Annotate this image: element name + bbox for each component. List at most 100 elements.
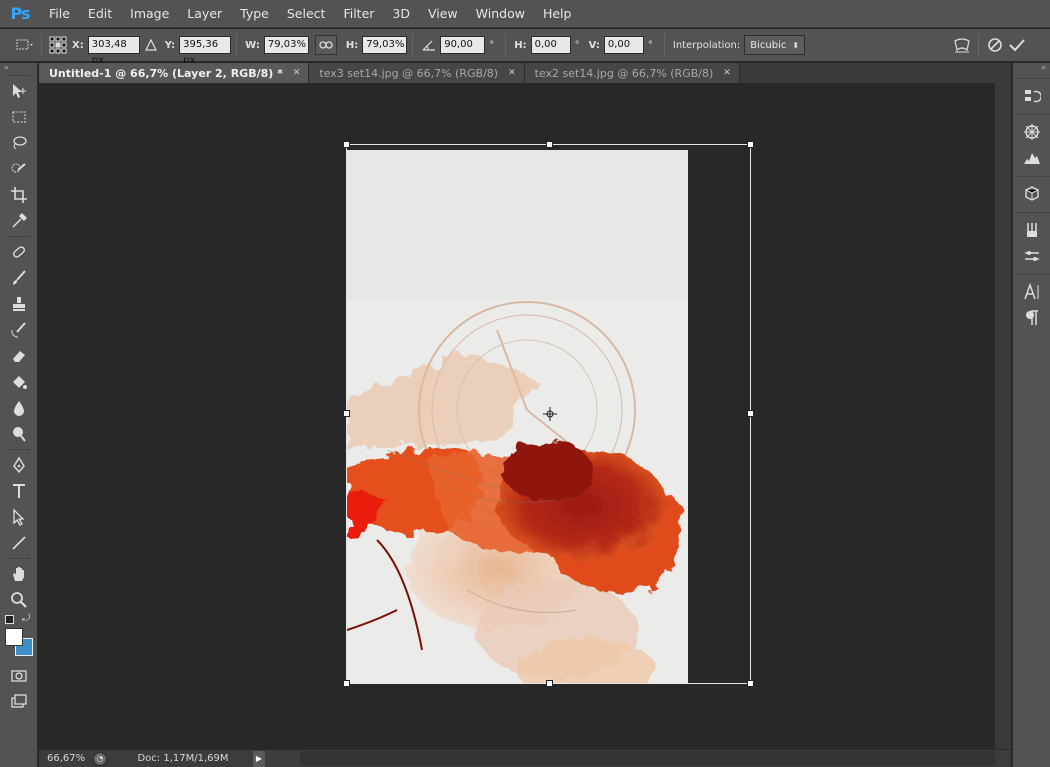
history-brush-tool-icon[interactable] bbox=[0, 317, 38, 343]
menu-filter[interactable]: Filter bbox=[334, 0, 383, 28]
path-selection-tool-icon[interactable] bbox=[0, 504, 38, 530]
height-label: H: bbox=[345, 39, 359, 51]
default-colors-icon[interactable] bbox=[5, 615, 14, 624]
rotation-angle-field[interactable]: 90,00 bbox=[440, 36, 486, 54]
height-field[interactable]: 79,03% bbox=[362, 36, 408, 54]
transform-handle-bottom-left[interactable] bbox=[343, 680, 350, 687]
transform-handle-middle-left[interactable] bbox=[343, 410, 350, 417]
document-canvas[interactable] bbox=[347, 150, 688, 684]
document-info-icon[interactable]: ◔ bbox=[93, 751, 107, 766]
options-separator bbox=[412, 34, 414, 56]
dodge-tool-icon[interactable] bbox=[0, 421, 38, 447]
transform-handle-top-left[interactable] bbox=[343, 141, 350, 148]
tab-tex2-set14[interactable]: tex2 set14.jpg @ 66,7% (RGB/8) ✕ bbox=[524, 63, 740, 83]
menu-window[interactable]: Window bbox=[467, 0, 534, 28]
menu-type[interactable]: Type bbox=[231, 0, 278, 28]
menu-file[interactable]: File bbox=[40, 0, 79, 28]
eyedropper-tool-icon[interactable] bbox=[0, 208, 38, 234]
pen-tool-icon[interactable] bbox=[0, 452, 38, 478]
panel-separator bbox=[1013, 269, 1050, 275]
line-tool-icon[interactable] bbox=[0, 530, 38, 556]
histogram-panel-icon[interactable] bbox=[1013, 145, 1050, 171]
delta-icon[interactable] bbox=[140, 34, 162, 56]
transform-handle-top-right[interactable] bbox=[747, 141, 754, 148]
warp-mode-icon[interactable] bbox=[951, 34, 973, 56]
type-tool-icon[interactable] bbox=[0, 478, 38, 504]
menu-help[interactable]: Help bbox=[534, 0, 581, 28]
foreground-color-swatch[interactable] bbox=[5, 628, 23, 646]
transform-handle-middle-right[interactable] bbox=[747, 410, 754, 417]
blur-tool-icon[interactable] bbox=[0, 395, 38, 421]
zoom-tool-icon[interactable] bbox=[0, 587, 38, 613]
healing-brush-tool-icon[interactable] bbox=[0, 239, 38, 265]
navigator-panel-icon[interactable] bbox=[1013, 119, 1050, 145]
select-arrows-icon: ⬍ bbox=[792, 40, 800, 50]
y-position-field[interactable]: 395,36 px bbox=[179, 36, 232, 66]
document-tabs: Untitled-1 @ 66,7% (Layer 2, RGB/8) * ✕ … bbox=[39, 63, 1011, 83]
collapse-icon[interactable]: » bbox=[0, 63, 37, 73]
horizontal-scrollbar[interactable] bbox=[300, 751, 995, 765]
collapse-icon[interactable]: « bbox=[1013, 63, 1050, 73]
brush-tool-icon[interactable] bbox=[0, 265, 38, 291]
panel-separator bbox=[1013, 171, 1050, 177]
options-bar: X: 303,48 px Y: 395,36 px W: 79,03% H: 7… bbox=[0, 29, 1050, 66]
artwork-image bbox=[347, 150, 688, 684]
tab-tex3-set14[interactable]: tex3 set14.jpg @ 66,7% (RGB/8) ✕ bbox=[309, 63, 525, 83]
lasso-tool-icon[interactable] bbox=[0, 130, 38, 156]
transform-handle-bottom-right[interactable] bbox=[747, 680, 754, 687]
link-icon[interactable] bbox=[314, 35, 337, 55]
interpolation-label: Interpolation: bbox=[672, 39, 741, 51]
vertical-skew-field[interactable]: 0,00 bbox=[603, 36, 644, 54]
close-icon[interactable]: ✕ bbox=[293, 68, 301, 78]
menu-3d[interactable]: 3D bbox=[383, 0, 419, 28]
commit-transform-icon[interactable] bbox=[1006, 34, 1028, 56]
width-field[interactable]: 79,03% bbox=[263, 36, 309, 54]
cancel-transform-icon[interactable] bbox=[984, 34, 1006, 56]
color-swatches: ⤾ bbox=[0, 613, 37, 663]
swap-colors-icon[interactable]: ⤾ bbox=[22, 613, 30, 624]
status-menu-arrow-icon[interactable]: ▶ bbox=[253, 750, 265, 767]
hand-tool-icon[interactable] bbox=[0, 561, 38, 587]
quick-selection-tool-icon[interactable] bbox=[0, 156, 38, 182]
brush-presets-panel-icon[interactable] bbox=[1013, 217, 1050, 243]
menu-image[interactable]: Image bbox=[121, 0, 178, 28]
quick-mask-icon[interactable] bbox=[0, 663, 38, 689]
menu-edit[interactable]: Edit bbox=[79, 0, 121, 28]
history-panel-icon[interactable] bbox=[1013, 83, 1050, 109]
menu-select[interactable]: Select bbox=[278, 0, 335, 28]
reference-point-crosshair-icon[interactable] bbox=[543, 407, 557, 421]
transform-tool-preset-icon[interactable] bbox=[14, 34, 36, 56]
clone-stamp-tool-icon[interactable] bbox=[0, 291, 38, 317]
3d-panel-icon[interactable] bbox=[1013, 181, 1050, 207]
crop-tool-icon[interactable] bbox=[0, 182, 38, 208]
transform-handle-bottom-center[interactable] bbox=[546, 680, 553, 687]
marquee-tool-icon[interactable] bbox=[0, 104, 38, 130]
tab-untitled-1[interactable]: Untitled-1 @ 66,7% (Layer 2, RGB/8) * ✕ bbox=[39, 63, 310, 83]
character-panel-icon[interactable] bbox=[1013, 279, 1050, 305]
clone-source-panel-icon[interactable] bbox=[1013, 243, 1050, 269]
eraser-tool-icon[interactable] bbox=[0, 343, 38, 369]
document-size: Doc: 1,17M/1,69M bbox=[137, 753, 229, 764]
horizontal-skew-field[interactable]: 0,00 bbox=[530, 36, 571, 54]
panel-separator bbox=[1013, 109, 1050, 115]
close-icon[interactable]: ✕ bbox=[723, 68, 731, 78]
transform-handle-top-center[interactable] bbox=[546, 141, 553, 148]
close-icon[interactable]: ✕ bbox=[508, 68, 516, 78]
move-tool-icon[interactable] bbox=[0, 78, 38, 104]
menu-view[interactable]: View bbox=[419, 0, 467, 28]
zoom-level[interactable]: 66,67% bbox=[39, 753, 87, 764]
screen-mode-icon[interactable] bbox=[0, 689, 38, 715]
interpolation-value: Bicubic bbox=[750, 39, 787, 51]
tab-label: tex2 set14.jpg @ 66,7% (RGB/8) bbox=[534, 66, 714, 80]
interpolation-select[interactable]: Bicubic ⬍ bbox=[744, 35, 806, 55]
reference-point-icon[interactable] bbox=[47, 34, 69, 56]
paragraph-panel-icon[interactable] bbox=[1013, 305, 1050, 331]
menu-layer[interactable]: Layer bbox=[178, 0, 231, 28]
vertical-scrollbar[interactable] bbox=[995, 83, 1011, 749]
x-label: X: bbox=[72, 39, 84, 51]
panel-dock: « bbox=[1012, 63, 1050, 767]
angle-unit: ° bbox=[489, 39, 495, 51]
paint-bucket-tool-icon[interactable] bbox=[0, 369, 38, 395]
vertical-skew-label: V: bbox=[588, 39, 600, 51]
x-position-field[interactable]: 303,48 px bbox=[87, 36, 140, 66]
